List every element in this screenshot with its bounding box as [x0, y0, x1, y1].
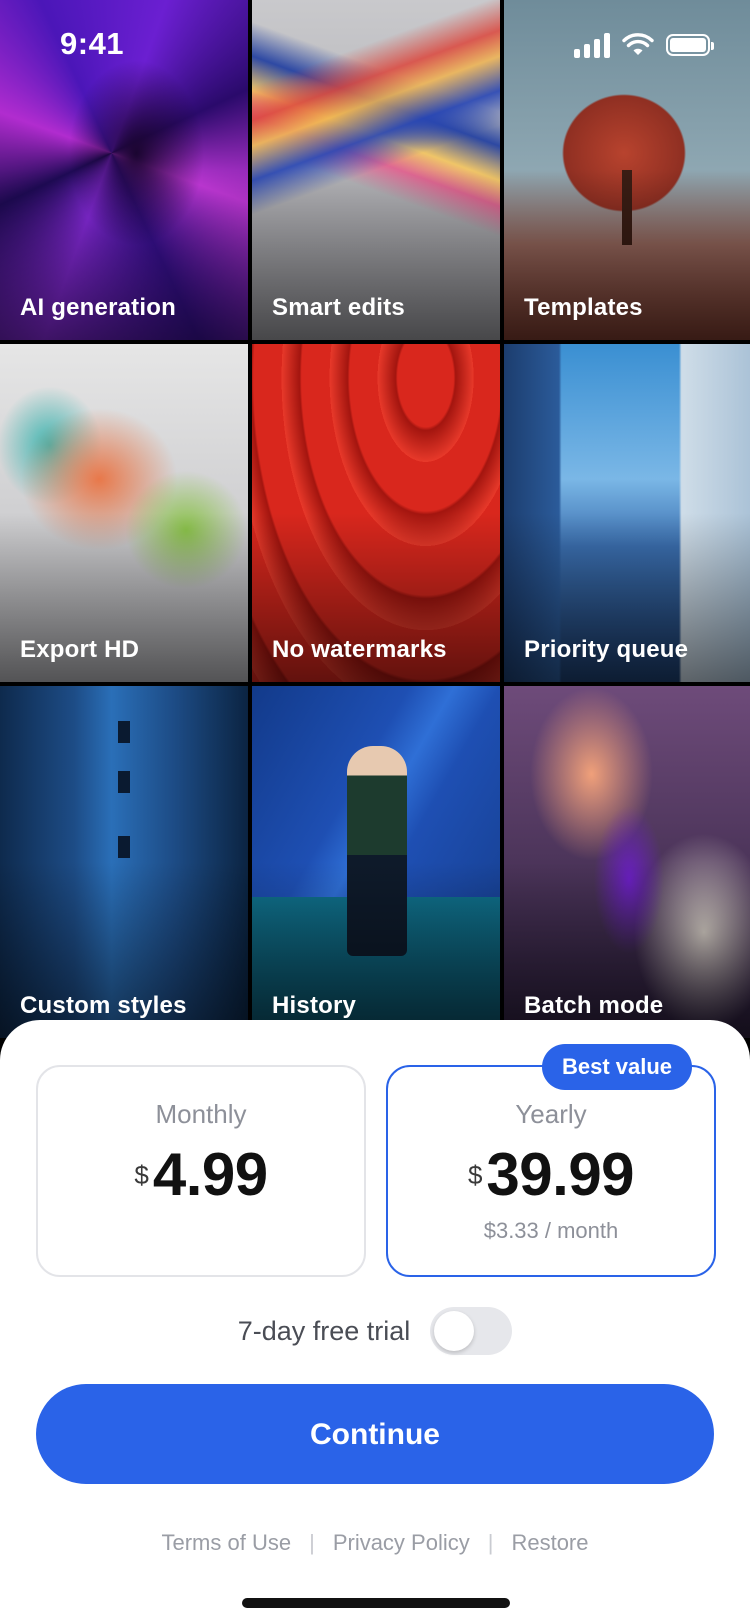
feature-label: History: [272, 992, 357, 1019]
plan-price: $ 4.99: [38, 1140, 364, 1210]
feature-label: No watermarks: [272, 636, 447, 663]
plan-card-yearly[interactable]: Yearly $ 39.99 $3.33 / month: [386, 1065, 716, 1277]
feature-label: Smart edits: [272, 294, 405, 321]
feature-tile-priority-queue: Priority queue: [504, 344, 750, 682]
toggle-knob: [434, 1311, 475, 1351]
footer-links: Terms of Use | Privacy Policy | Restore: [0, 1530, 750, 1556]
plan-card-monthly[interactable]: Monthly $ 4.99: [36, 1065, 366, 1277]
best-value-badge: Best value: [542, 1044, 692, 1090]
separator: |: [309, 1530, 315, 1555]
feature-grid: AI generation Smart edits Templates Expo…: [0, 0, 750, 1038]
price-amount: 39.99: [486, 1141, 635, 1208]
battery-icon: [666, 34, 714, 56]
terms-of-use-link[interactable]: Terms of Use: [162, 1530, 292, 1556]
plan-price: $ 39.99: [388, 1140, 714, 1210]
plan-name: Yearly: [515, 1099, 587, 1129]
price-per-month: $3.33 / month: [483, 1218, 619, 1243]
feature-tile-custom-styles: Custom styles: [0, 686, 248, 1038]
feature-label: Export HD: [20, 636, 140, 663]
wifi-icon: [622, 33, 654, 55]
currency-symbol: $: [134, 1160, 149, 1190]
feature-label: Priority queue: [524, 636, 689, 663]
feature-label: Batch mode: [524, 992, 664, 1019]
restore-link[interactable]: Restore: [511, 1530, 588, 1556]
feature-tile-batch-mode: Batch mode: [504, 686, 750, 1038]
feature-label: AI generation: [20, 294, 176, 321]
feature-label: Custom styles: [20, 992, 187, 1019]
paywall-sheet: Monthly $ 4.99 Yearly $ 39.99 $3.33 / mo…: [0, 1020, 750, 1624]
separator: |: [487, 1530, 494, 1555]
home-indicator: [242, 1598, 510, 1608]
free-trial-row: 7-day free trial: [0, 1306, 750, 1356]
privacy-policy-link[interactable]: Privacy Policy: [333, 1530, 470, 1556]
feature-label: Templates: [524, 294, 643, 321]
free-trial-toggle[interactable]: [430, 1307, 513, 1355]
status-bar: 9:41: [0, 0, 750, 92]
feature-tile-history: History: [252, 686, 500, 1038]
currency-symbol: $: [467, 1160, 483, 1190]
price-amount: 4.99: [152, 1141, 268, 1208]
status-icons: [574, 30, 714, 60]
cellular-signal-icon: [574, 32, 610, 58]
plan-name: Monthly: [155, 1099, 247, 1129]
status-time: 9:41: [60, 26, 125, 61]
feature-tile-no-watermarks: No watermarks: [252, 344, 500, 682]
feature-tile-export-hd: Export HD: [0, 344, 248, 682]
continue-button[interactable]: Continue: [36, 1384, 714, 1484]
free-trial-label: 7-day free trial: [237, 1315, 411, 1346]
